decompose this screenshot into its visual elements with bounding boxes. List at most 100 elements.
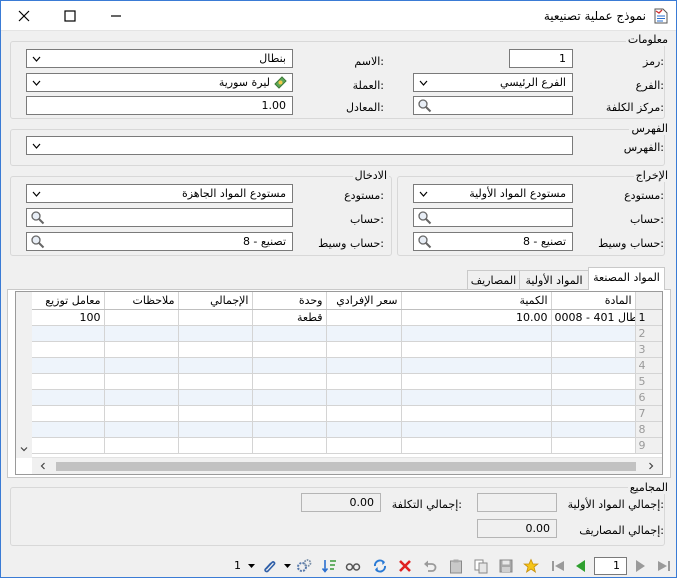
column-header[interactable]: معامل توزيع bbox=[32, 292, 105, 310]
column-header[interactable]: المادة bbox=[551, 292, 636, 310]
app-window: نموذج عملية تصنيعية معلومات رمز: 1 الاسم… bbox=[0, 0, 677, 578]
currency-combo[interactable]: ليرة سورية bbox=[26, 73, 293, 92]
column-header[interactable]: سعر الإفرادي bbox=[326, 292, 402, 310]
index-label: الفهرس: bbox=[623, 141, 664, 154]
scrollbar-thumb[interactable] bbox=[56, 462, 636, 471]
minimize-button[interactable] bbox=[93, 1, 139, 31]
vertical-scrollbar[interactable] bbox=[16, 292, 32, 458]
tab-expenses[interactable]: المصاريف bbox=[467, 270, 520, 290]
row-number[interactable]: 5 bbox=[635, 373, 662, 390]
column-header[interactable]: الإجمالي bbox=[178, 292, 253, 310]
total-cell[interactable] bbox=[178, 309, 253, 326]
search-icon[interactable] bbox=[417, 98, 432, 113]
input-account-field[interactable] bbox=[26, 208, 293, 227]
notes-cell[interactable] bbox=[104, 309, 179, 326]
branch-label: الفرع: bbox=[635, 79, 664, 92]
title-bar: نموذج عملية تصنيعية bbox=[1, 1, 676, 31]
tab-manufactured-materials[interactable]: المواد المصنعة bbox=[588, 267, 665, 290]
table-row[interactable]: 2 bbox=[32, 325, 662, 342]
star-icon bbox=[522, 558, 539, 573]
preview-button[interactable] bbox=[344, 557, 361, 574]
maximize-button[interactable] bbox=[47, 1, 93, 31]
price-cell[interactable] bbox=[326, 309, 402, 326]
next-record-button[interactable] bbox=[631, 557, 648, 574]
attachment-button[interactable] bbox=[261, 557, 278, 574]
output-warehouse-label: مستودع: bbox=[624, 189, 664, 202]
name-combo[interactable]: بنطال bbox=[26, 49, 293, 68]
glasses-icon bbox=[345, 562, 360, 571]
output-warehouse-combo[interactable]: مستودع المواد الأولية bbox=[413, 184, 573, 203]
copy-button[interactable] bbox=[472, 557, 489, 574]
chevron-down-icon[interactable] bbox=[284, 564, 291, 568]
code-field[interactable]: 1 bbox=[509, 49, 573, 68]
last-record-button[interactable] bbox=[655, 557, 672, 574]
record-number: 1 bbox=[234, 559, 241, 572]
favorite-button[interactable] bbox=[522, 557, 539, 574]
row-number[interactable]: 2 bbox=[635, 325, 662, 342]
chevron-down-icon[interactable] bbox=[29, 51, 43, 66]
chevron-down-icon[interactable] bbox=[248, 564, 255, 568]
search-icon[interactable] bbox=[417, 210, 432, 225]
refresh-icon bbox=[373, 558, 386, 573]
chevron-left-icon[interactable] bbox=[36, 459, 50, 473]
tab-raw-materials[interactable]: المواد الأولية bbox=[519, 270, 589, 290]
input-intermediate-field[interactable]: 8 - تصنيع bbox=[26, 232, 293, 251]
paste-button[interactable] bbox=[447, 557, 464, 574]
row-number[interactable]: 6 bbox=[635, 389, 662, 406]
page-number-input[interactable]: 1 bbox=[594, 557, 627, 575]
horizontal-scrollbar[interactable] bbox=[32, 457, 662, 474]
rate-field[interactable]: 1.00 bbox=[26, 96, 293, 115]
input-intermediate-label: حساب وسيط: bbox=[318, 237, 384, 250]
undo-button[interactable] bbox=[421, 557, 438, 574]
chevron-down-icon[interactable] bbox=[17, 442, 31, 456]
search-icon[interactable] bbox=[30, 210, 45, 225]
row-number[interactable]: 7 bbox=[635, 405, 662, 422]
row-number[interactable]: 8 bbox=[635, 421, 662, 438]
table-row[interactable]: 4 bbox=[32, 357, 662, 374]
chevron-down-icon[interactable] bbox=[29, 186, 43, 201]
input-warehouse-combo[interactable]: مستودع المواد الجاهزة bbox=[26, 184, 293, 203]
close-icon bbox=[18, 10, 30, 22]
output-intermediate-field[interactable]: 8 - تصنيع bbox=[413, 232, 573, 251]
row-number[interactable]: 3 bbox=[635, 341, 662, 358]
chevron-right-icon[interactable] bbox=[644, 459, 658, 473]
factor-cell[interactable]: 100 bbox=[32, 309, 105, 326]
table-row[interactable]: 9 bbox=[32, 437, 662, 454]
chevron-down-icon[interactable] bbox=[29, 75, 43, 90]
index-combo[interactable] bbox=[26, 136, 573, 155]
delete-button[interactable] bbox=[396, 557, 413, 574]
chevron-down-icon[interactable] bbox=[29, 138, 43, 153]
unit-cell[interactable]: قطعة bbox=[252, 309, 327, 326]
row-number[interactable]: 4 bbox=[635, 357, 662, 374]
qty-cell[interactable]: 10.00 bbox=[401, 309, 552, 326]
sort-button[interactable] bbox=[320, 557, 337, 574]
input-warehouse-label: مستودع: bbox=[344, 189, 384, 202]
column-header[interactable]: الكمية bbox=[401, 292, 552, 310]
close-button[interactable] bbox=[1, 1, 47, 31]
chevron-down-icon[interactable] bbox=[416, 186, 430, 201]
search-icon[interactable] bbox=[417, 234, 432, 249]
table-row[interactable]: 6 bbox=[32, 389, 662, 406]
output-account-field[interactable] bbox=[413, 208, 573, 227]
search-icon[interactable] bbox=[30, 234, 45, 249]
table-row[interactable]: 7 bbox=[32, 405, 662, 422]
row-number[interactable]: 1 bbox=[635, 309, 662, 326]
row-number[interactable]: 9 bbox=[635, 437, 662, 454]
table-row[interactable]: 3 bbox=[32, 341, 662, 358]
save-button[interactable] bbox=[497, 557, 514, 574]
cost-center-field[interactable] bbox=[413, 96, 573, 115]
input-account-label: حساب: bbox=[349, 213, 384, 226]
materials-grid[interactable]: معامل توزيع ملاحظات الإجمالي وحدة سعر ال… bbox=[15, 291, 663, 475]
table-row[interactable]: 5 bbox=[32, 373, 662, 390]
table-row[interactable]: 100 قطعة 10.00 0008 - بنطال 401 1 bbox=[32, 309, 662, 326]
column-header[interactable]: وحدة bbox=[252, 292, 327, 310]
refresh-button[interactable] bbox=[371, 557, 388, 574]
previous-record-button[interactable] bbox=[572, 557, 589, 574]
first-record-button[interactable] bbox=[549, 557, 566, 574]
branch-combo[interactable]: الفرع الرئيسي bbox=[413, 73, 573, 92]
material-cell[interactable]: 0008 - بنطال 401 bbox=[551, 309, 636, 326]
chevron-down-icon[interactable] bbox=[416, 75, 430, 90]
settings-button[interactable] bbox=[295, 557, 312, 574]
column-header[interactable]: ملاحظات bbox=[104, 292, 179, 310]
table-row[interactable]: 8 bbox=[32, 421, 662, 438]
